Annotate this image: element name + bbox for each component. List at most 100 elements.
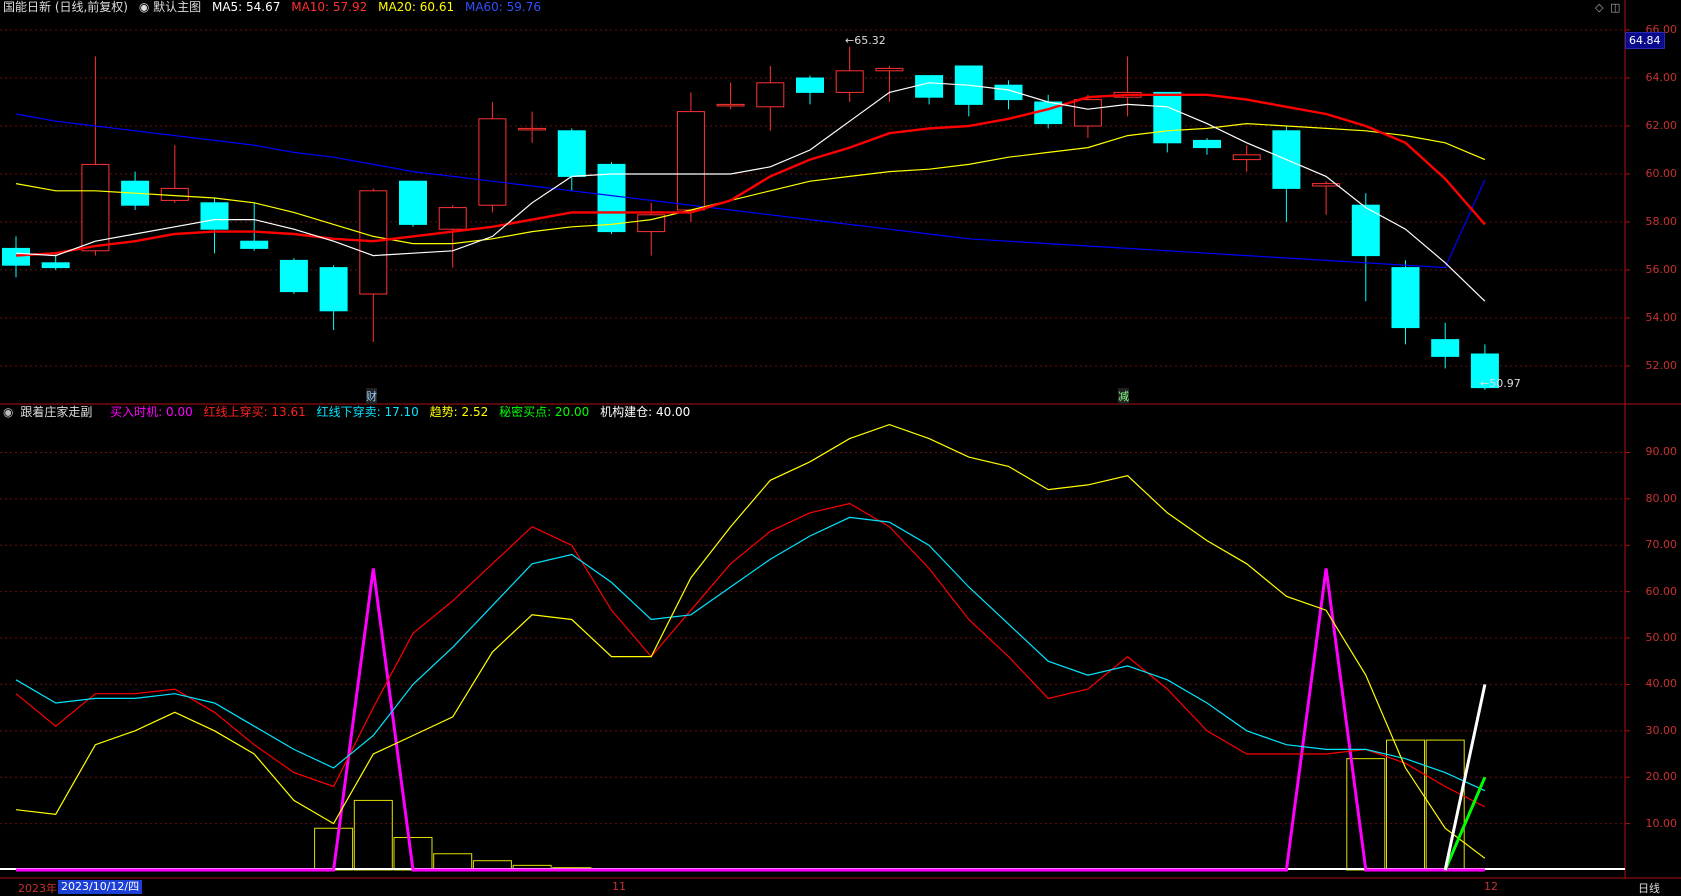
candle: [240, 202, 269, 251]
candle-down: [2, 247, 30, 266]
candle-down: [1391, 267, 1420, 329]
ma5-line: [15, 82, 1486, 302]
candle: [875, 66, 904, 102]
chart-canvas[interactable]: [0, 0, 1681, 895]
candle-up: [875, 67, 904, 72]
period-label[interactable]: 日线: [1638, 880, 1660, 896]
price-tick-label: 52.00: [1645, 359, 1678, 372]
high-price-value: 65.32: [854, 34, 886, 47]
candle: [1431, 322, 1460, 369]
price-tick-label: 54.00: [1645, 311, 1678, 324]
candle: [2, 236, 30, 278]
candle-down: [279, 259, 308, 293]
candle: [954, 65, 983, 117]
indicator-panel: [0, 423, 1625, 872]
indicator-bar: [353, 799, 393, 871]
trend-line: [15, 423, 1486, 859]
cursor-date: 2023/10/12/四: [58, 880, 143, 894]
candle-down: [41, 262, 70, 269]
high-price-label: ←65.32: [845, 34, 886, 47]
candle-up: [478, 118, 507, 206]
candle: [518, 111, 547, 143]
candle-down: [1153, 91, 1182, 144]
ma60-line: [15, 113, 1486, 269]
candle: [1391, 260, 1420, 345]
time-axis: [0, 880, 1681, 895]
candle-down: [557, 130, 586, 177]
candle-up: [518, 127, 547, 131]
candle-up: [835, 70, 864, 93]
candle: [1272, 126, 1301, 222]
candle: [399, 180, 427, 227]
price-tick-label: 64.00: [1645, 71, 1678, 84]
month-label-11: 11: [612, 880, 626, 893]
candle: [835, 46, 864, 102]
candle: [81, 56, 110, 256]
indicator-tick-label: 70.00: [1645, 538, 1678, 552]
candle: [1153, 91, 1182, 153]
candle: [1351, 193, 1380, 302]
indicator-tick-label: 20.00: [1645, 770, 1678, 784]
candle-down: [319, 267, 348, 312]
price-tick-label: 56.00: [1645, 263, 1678, 276]
candle-up: [676, 111, 705, 211]
candle-up: [160, 187, 189, 201]
indicator-tick-label: 90.00: [1645, 445, 1678, 459]
event-marker-reduce[interactable]: 减: [1118, 388, 1129, 404]
price-tick-label: 58.00: [1645, 215, 1678, 228]
candle-up: [438, 207, 467, 230]
current-price-tag: 64.84: [1625, 32, 1665, 49]
candle: [676, 92, 705, 222]
candle: [200, 198, 229, 254]
chart-frame: [0, 0, 1681, 879]
candle: [279, 258, 308, 294]
candle: [994, 80, 1023, 110]
indicator-bar: [433, 853, 473, 871]
year-label: 2023年: [18, 882, 57, 895]
red-up-line: [15, 502, 1486, 808]
event-marker-financial[interactable]: 财: [366, 388, 377, 404]
candle-up: [1073, 99, 1102, 127]
candle: [1232, 145, 1261, 172]
candle: [716, 82, 745, 110]
ma20-line: [15, 122, 1486, 245]
candle: [796, 75, 824, 105]
stock-chart-window: 国能日新 (日线,前复权) ◉ 默认主图 MA5: 54.67 MA10: 57…: [0, 0, 1681, 895]
low-price-value: 50.97: [1489, 377, 1521, 390]
buy-timing-line: [16, 568, 1485, 872]
candle-down: [796, 77, 824, 93]
candle-down: [399, 180, 427, 225]
candle-down: [1193, 139, 1221, 149]
candle: [557, 128, 586, 191]
candle-down: [200, 202, 229, 230]
candle-up: [1232, 154, 1261, 161]
indicator-tick-label: 30.00: [1645, 723, 1678, 737]
candle-up: [81, 163, 110, 252]
indicator-tick-label: 80.00: [1645, 491, 1678, 505]
candle: [915, 75, 944, 105]
month-label-12: 12: [1484, 880, 1498, 893]
candle-up: [716, 103, 745, 107]
candle: [438, 205, 467, 268]
candle-down: [1431, 339, 1460, 357]
candle-down: [915, 75, 944, 98]
candlestick-panel: [2, 46, 1499, 390]
low-price-label: ←50.97: [1480, 377, 1521, 390]
candle: [1113, 56, 1142, 117]
candle: [359, 188, 388, 342]
indicator-tick-label: 10.00: [1645, 816, 1678, 830]
candle: [121, 171, 150, 210]
candle-down: [240, 240, 269, 249]
candle-up: [756, 82, 785, 108]
indicator-tick-label: 40.00: [1645, 677, 1678, 691]
red-down-line: [15, 516, 1486, 792]
candle: [756, 66, 785, 131]
price-tick-label: 60.00: [1645, 167, 1678, 180]
candle: [1312, 181, 1341, 215]
indicator-tick-label: 60.00: [1645, 584, 1678, 598]
candle: [319, 265, 348, 330]
ma10-line: [15, 93, 1486, 257]
candle: [1193, 138, 1221, 155]
candle: [478, 102, 507, 213]
candle: [637, 202, 666, 256]
